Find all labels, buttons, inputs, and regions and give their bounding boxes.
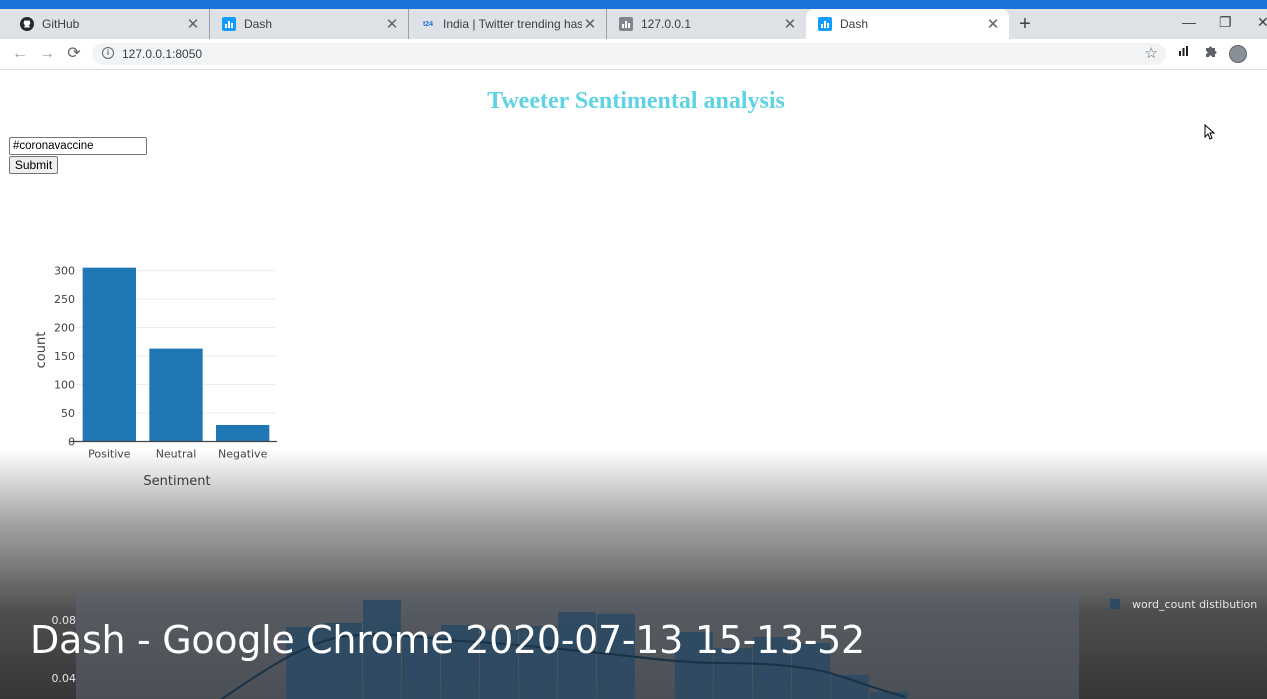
y-tick-label: 300 [54, 265, 75, 278]
avatar[interactable] [1229, 45, 1247, 63]
tab-dash-active[interactable]: Dash ✕ [806, 9, 1009, 39]
tab-title: GitHub [42, 17, 80, 31]
y-tick-labels: 050100150200250300 [54, 265, 75, 449]
y-tick-label: 100 [54, 379, 75, 392]
tab-strip: GitHub ✕ Dash ✕ t24 India | Twitter tren… [0, 9, 1267, 39]
y-tick-label: 150 [54, 350, 75, 363]
bar-chart-icon [619, 17, 633, 31]
url-text: 127.0.0.1:8050 [122, 47, 203, 61]
tab-title: India | Twitter trending hashtag a [443, 17, 582, 31]
video-caption: Dash - Google Chrome 2020-07-13 15-13-52 [30, 618, 865, 662]
x-tick-label: Negative [218, 448, 268, 461]
puzzle-icon[interactable] [1204, 44, 1218, 61]
tab-dash[interactable]: Dash ✕ [210, 9, 409, 39]
minimize-icon[interactable]: — [1182, 9, 1196, 39]
site-info-icon[interactable]: i [102, 47, 114, 59]
back-arrow-icon[interactable]: ← [9, 43, 31, 65]
window-close-icon[interactable]: ✕ [1257, 9, 1267, 39]
github-icon [20, 17, 34, 31]
x-tick-label: Neutral [156, 448, 197, 461]
menu-icon[interactable]: ⋮ [1261, 42, 1267, 59]
dash-icon [222, 17, 236, 31]
bar-positive[interactable] [82, 267, 136, 442]
sentiment-bar-chart: 050100150200250300 PositiveNeutralNegati… [34, 265, 277, 489]
tab-title: Dash [244, 17, 273, 31]
t24-icon: t24 [422, 20, 434, 28]
address-bar[interactable]: i 127.0.0.1:8050 ☆ [92, 43, 1166, 65]
page-title: Tweeter Sentimental analysis [487, 88, 785, 114]
submit-button[interactable]: Submit [9, 156, 58, 174]
mouse-cursor-icon [1204, 124, 1216, 140]
window-top-accent [0, 0, 1267, 9]
restore-icon[interactable]: ❐ [1219, 9, 1232, 39]
new-tab-button[interactable]: + [1014, 9, 1036, 39]
y-tick-label: 50 [61, 407, 75, 420]
close-icon[interactable]: ✕ [384, 15, 400, 33]
x-axis-title: Sentiment [143, 474, 210, 489]
dash-icon [818, 17, 832, 31]
legend-swatch [1110, 599, 1120, 609]
y-axis-title: count [34, 332, 49, 369]
close-icon[interactable]: ✕ [782, 15, 798, 33]
x-tick-labels: Positive Neutral Negative [88, 448, 267, 461]
close-icon[interactable]: ✕ [985, 15, 1001, 33]
reload-icon[interactable]: ⟳ [63, 43, 85, 65]
forward-arrow-icon[interactable]: → [36, 43, 58, 65]
browser-toolbar: ← → ⟳ i 127.0.0.1:8050 ☆ [0, 39, 1267, 70]
extension-icon[interactable] [1178, 44, 1190, 60]
y-tick-label: 250 [54, 293, 75, 306]
hashtag-input[interactable] [9, 137, 147, 155]
close-icon[interactable]: ✕ [185, 15, 201, 33]
tab-github[interactable]: GitHub ✕ [8, 9, 210, 39]
tab-localhost[interactable]: 127.0.0.1 ✕ [607, 9, 806, 39]
bars [82, 267, 270, 442]
y-tick-label: 200 [54, 322, 75, 335]
tab-twitter-trends[interactable]: t24 India | Twitter trending hashtag a ✕ [409, 9, 607, 39]
x-tick-label: Positive [88, 448, 131, 461]
tab-title: 127.0.0.1 [641, 17, 692, 31]
bookmark-star-icon[interactable]: ☆ [1145, 44, 1158, 62]
y-tick-label: 0.04 [52, 672, 77, 685]
bar-negative[interactable] [216, 424, 270, 442]
legend-label: word_count distibution [1132, 598, 1257, 611]
close-icon[interactable]: ✕ [582, 15, 598, 33]
tab-title: Dash [840, 17, 869, 31]
bar-neutral[interactable] [149, 348, 203, 442]
